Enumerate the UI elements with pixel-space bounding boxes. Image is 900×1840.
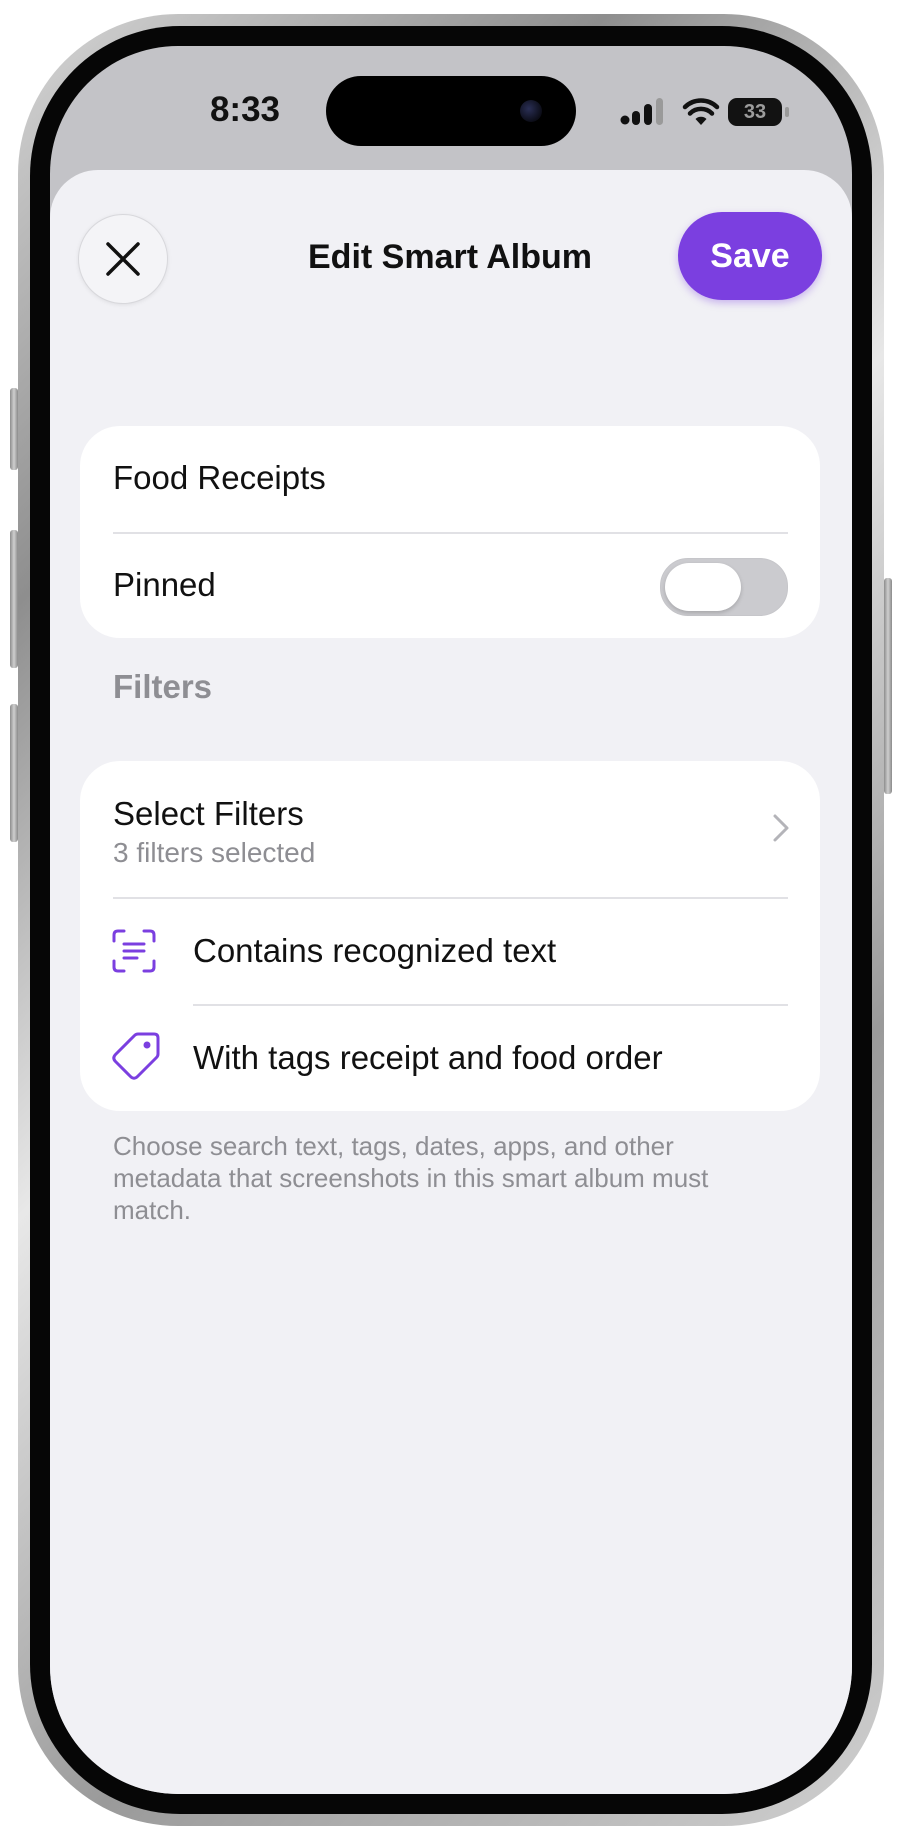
select-filters-title: Select Filters	[113, 795, 304, 832]
filter-label: Contains recognized text	[193, 932, 557, 969]
pinned-label: Pinned	[113, 566, 216, 603]
close-icon	[106, 242, 140, 276]
chevron-right-icon	[773, 814, 789, 842]
wifi-icon	[682, 98, 720, 125]
volume-up-button	[10, 530, 18, 668]
front-camera-icon	[520, 100, 542, 122]
volume-down-button	[10, 704, 18, 842]
text-scan-icon	[112, 929, 156, 973]
filter-item-tags: With tags receipt and food order	[80, 1005, 820, 1111]
phone-screen: 8:33 33 Edit Smart Album Save Food Recei…	[50, 46, 852, 1794]
tag-icon	[112, 1032, 160, 1080]
select-filters-subtitle: 3 filters selected	[113, 837, 316, 868]
filter-item-recognized-text: Contains recognized text	[80, 898, 820, 1004]
album-name-field[interactable]: Food Receipts	[113, 459, 326, 497]
filters-card: Select Filters 3 filters selected Contai…	[80, 761, 820, 1111]
power-button	[884, 578, 892, 794]
cellular-signal-icon	[620, 98, 663, 125]
battery-cap	[785, 107, 789, 117]
dynamic-island	[326, 76, 576, 146]
action-button	[10, 388, 18, 470]
album-settings-card: Food Receipts Pinned	[80, 426, 820, 638]
close-button[interactable]	[78, 214, 168, 304]
filters-footnote: Choose search text, tags, dates, apps, a…	[113, 1131, 709, 1225]
filters-section-header: Filters	[113, 668, 213, 705]
toggle-knob	[665, 563, 741, 611]
select-filters-row[interactable]: Select Filters 3 filters selected	[80, 761, 820, 897]
status-time: 8:33	[209, 90, 281, 129]
save-button[interactable]: Save	[678, 212, 822, 300]
status-icons: 33	[620, 96, 820, 130]
sheet-title: Edit Smart Album	[308, 238, 592, 276]
edit-smart-album-sheet: Edit Smart Album Save Food Receipts Pinn…	[50, 170, 852, 1794]
filter-label: With tags receipt and food order	[193, 1039, 663, 1076]
divider	[113, 532, 788, 534]
pinned-toggle[interactable]	[660, 558, 788, 616]
battery-icon: 33	[728, 98, 782, 126]
